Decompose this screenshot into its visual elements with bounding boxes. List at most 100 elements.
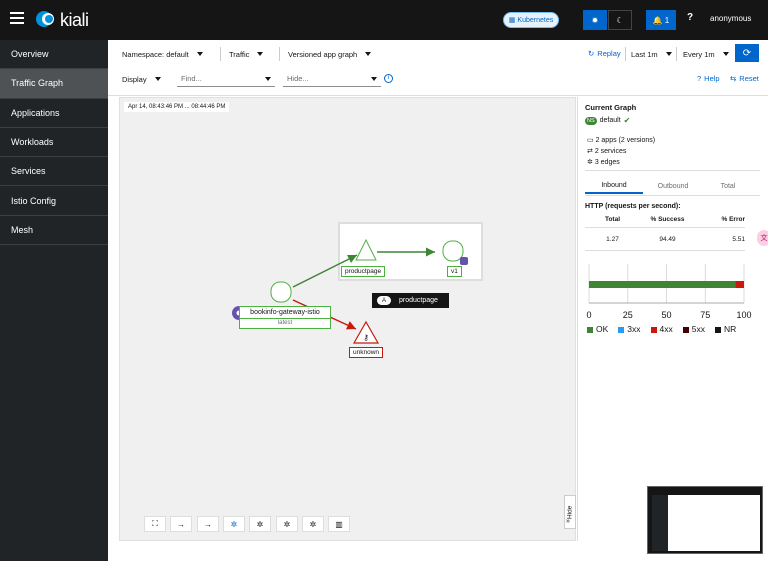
- help-icon[interactable]: ?: [684, 12, 696, 28]
- graph-type-dropdown[interactable]: Versioned app graph: [288, 47, 372, 61]
- v1-workload-node[interactable]: [442, 240, 464, 262]
- arrow-right-icon: →: [177, 519, 185, 529]
- legend-5xx: 5xx: [682, 324, 705, 334]
- arrow-right-icon: →: [204, 519, 212, 529]
- sidebar-item-overview[interactable]: Overview: [0, 40, 108, 70]
- find-placeholder: Find...: [181, 74, 202, 83]
- map-icon: ▥: [335, 519, 343, 529]
- display-dropdown[interactable]: Display: [122, 72, 161, 86]
- legend-3xx-swatch: [618, 326, 625, 333]
- chevron-down-icon[interactable]: [371, 76, 377, 81]
- chevron-right-icon[interactable]: »: [566, 518, 570, 525]
- traffic-dropdown[interactable]: Traffic: [229, 47, 264, 61]
- topology-icon: ✲: [256, 519, 264, 529]
- reset-label: Reset: [739, 74, 759, 83]
- chevron-down-icon: [665, 52, 672, 56]
- layout-top-bottom-button[interactable]: →: [197, 516, 219, 532]
- tab-outbound[interactable]: Outbound: [643, 178, 703, 194]
- replay-icon: ↻: [588, 49, 595, 58]
- layout-left-right-button[interactable]: →: [170, 516, 192, 532]
- bar-segment-ok[interactable]: [589, 281, 736, 288]
- thumbnail-sidebar: [652, 491, 668, 551]
- sidebar-item-istio-config[interactable]: Istio Config: [0, 186, 108, 216]
- tab-inbound[interactable]: Inbound: [585, 178, 643, 194]
- layout-grid-button[interactable]: ✲: [276, 516, 298, 532]
- gateway-node[interactable]: [270, 281, 292, 303]
- sidebar-item-services[interactable]: Services: [0, 157, 108, 187]
- sidebar-item-traffic-graph[interactable]: Traffic Graph: [0, 69, 108, 99]
- divider: [676, 47, 677, 61]
- info-icon[interactable]: i: [384, 74, 393, 83]
- rates-table-row: 1.27 94.49 5.51: [585, 236, 745, 251]
- cluster-icon: ▦: [508, 17, 516, 24]
- expand-icon: ⛶: [152, 519, 158, 528]
- value-error: 5.51: [732, 236, 745, 243]
- legend-ok-swatch: [587, 326, 593, 333]
- refresh-button[interactable]: ⟳: [735, 44, 759, 62]
- layout-dagre-button[interactable]: ✲: [223, 516, 245, 532]
- panel-namespace[interactable]: default: [600, 117, 621, 124]
- chevron-down-icon: [365, 52, 372, 56]
- productpage-node-label: productpage: [341, 266, 386, 277]
- help-button[interactable]: ? Help: [697, 74, 720, 83]
- graph-type-value: Versioned app graph: [288, 49, 358, 59]
- reset-button[interactable]: ⇆ Reset: [730, 74, 759, 83]
- legend-4xx: 4xx: [650, 324, 673, 334]
- header-success: % Success: [650, 216, 685, 223]
- header-error: % Error: [721, 216, 745, 223]
- legend-3xx-label: 3xx: [627, 324, 641, 334]
- zoom-fit-button[interactable]: ⛶: [144, 516, 166, 532]
- sidebar-item-workloads[interactable]: Workloads: [0, 128, 108, 158]
- tab-total[interactable]: Total: [703, 178, 753, 194]
- topology-icon: ✲: [309, 519, 317, 529]
- refresh-interval-dropdown[interactable]: Every 1m: [683, 47, 729, 61]
- assistant-icon[interactable]: 文: [757, 230, 768, 246]
- hide-input[interactable]: Hide...: [283, 71, 381, 87]
- sidebar-item-applications[interactable]: Applications: [0, 99, 108, 128]
- http-title: HTTP (requests per second):: [585, 203, 681, 210]
- namespace-dropdown[interactable]: Namespace: default: [122, 47, 203, 61]
- screen-thumbnail[interactable]: [647, 486, 763, 554]
- divider: [625, 47, 626, 61]
- ns-badge: NS: [585, 116, 597, 125]
- notifications-button[interactable]: 🔔 1: [646, 10, 676, 30]
- layout-concentric-button[interactable]: ✲: [302, 516, 324, 532]
- panel-title: Current Graph: [585, 103, 637, 112]
- chevron-down-icon[interactable]: [265, 76, 271, 81]
- sidebar-item-mesh[interactable]: Mesh: [0, 216, 108, 246]
- thumbnail-header: [652, 491, 760, 495]
- cluster-badge-label: Kubernetes: [517, 16, 554, 24]
- chevron-down-icon: [257, 52, 264, 56]
- legend-5xx-swatch: [682, 326, 689, 333]
- unknown-node-label: unknown: [349, 347, 384, 358]
- hamburger-menu-icon[interactable]: [10, 12, 24, 24]
- topology-icon: ✲: [283, 519, 291, 529]
- http-rate-chart: 0 25 50 75 100: [586, 264, 752, 320]
- help-circle-icon: ?: [697, 74, 702, 83]
- chart-legend: OK 3xx 4xx 5xx NR: [587, 324, 736, 334]
- bar-segment-4xx[interactable]: [735, 281, 744, 288]
- user-menu[interactable]: anonymous: [710, 14, 751, 23]
- summary-apps-text: 2 apps (2 versions): [595, 137, 656, 144]
- duration-dropdown[interactable]: Last 1m: [631, 47, 672, 61]
- sidebar-nav: Overview Traffic Graph Applications Work…: [0, 40, 108, 561]
- dark-theme-button[interactable]: ☾: [608, 10, 632, 30]
- cluster-badge: ▦ Kubernetes: [503, 12, 559, 28]
- legend-nr: NR: [714, 324, 736, 334]
- light-theme-button[interactable]: ✹: [583, 10, 607, 30]
- kiali-logo[interactable]: kiali: [36, 10, 89, 30]
- divider: [220, 47, 221, 61]
- find-input[interactable]: Find...: [177, 71, 275, 87]
- chevron-down-icon: [154, 77, 161, 81]
- notifications-count: 1: [664, 15, 670, 25]
- legend-button[interactable]: ▥: [328, 516, 350, 532]
- duration-value: Last 1m: [631, 49, 658, 59]
- replay-button[interactable]: ↻ Replay: [588, 49, 621, 58]
- rates-table-header: Total % Success % Error: [585, 216, 745, 228]
- layout-cose-button[interactable]: ✲: [249, 516, 271, 532]
- app-box-label[interactable]: A productpage: [372, 293, 449, 308]
- sun-icon: ✹: [591, 15, 599, 25]
- reset-icon: ⇆: [730, 74, 737, 83]
- legend-5xx-label: 5xx: [691, 324, 705, 334]
- bottom-strip: [108, 541, 648, 561]
